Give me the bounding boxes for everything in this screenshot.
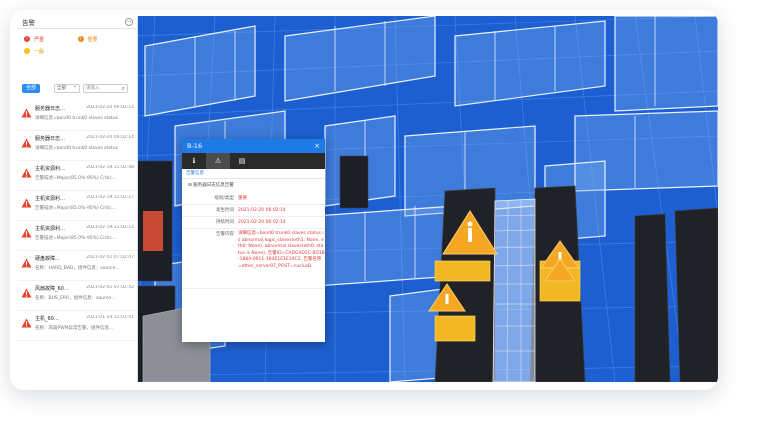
alarm-time: 2021-02-19 11:02:14: [86, 225, 134, 230]
alarm-item-body: 硬盘故障… 2021-02-01 07:02:47 名称：HARD_BAD，组件信息…: [35, 255, 134, 271]
alarm-list-item[interactable]: 主机资源利… 2021-02-19 11:02:14 告警描述=Major(85.0…: [18, 221, 137, 251]
minor-dot-icon: [24, 48, 30, 54]
warning-icon: [21, 258, 32, 268]
warning-icon: [21, 108, 32, 118]
alarm-desc: 详细信息=bond0 trunk0 slaves status: [35, 116, 118, 121]
alarm-item-body: 主机_60… 2021-01-24 11:01:41 名称：风扇PWM异常告警，组件…: [35, 315, 134, 331]
alarm-time: 2021-01-24 11:01:41: [86, 315, 134, 320]
alarm-item-body: 服务器日志… 2021-02-20 06:02:14 详细信息=bond0 trun…: [35, 105, 134, 121]
detail-label: 级别/类型: [214, 196, 234, 201]
detail-value: 2021-02-20 06:02:14: [238, 220, 286, 225]
alarm-list-item[interactable]: 服务器日志… 2021-02-20 06:02:14 详细信息=bond0 trun…: [18, 131, 137, 161]
popup-header: B-16 ×: [182, 139, 325, 153]
alarm-item-body: 风扇故障_60… 2021-02-01 07:02:42 名称：BUS_ERR，组件…: [35, 285, 134, 301]
alarm-desc: 告警描述=Major(85.0%-95%) Critic…: [35, 206, 117, 211]
detail-value: 详细信息=bond0 trunk0 slaves status is abnor…: [238, 231, 325, 269]
all-button[interactable]: 全部: [22, 83, 40, 93]
detail-row-duration: 持续时间 2021-02-20 06:02:14: [182, 217, 325, 229]
warning-icon: [21, 138, 32, 148]
detail-row-time: 发生时间 2021-02-20 06:02:14: [182, 205, 325, 217]
severity-select[interactable]: 全部: [54, 83, 80, 93]
alarm-desc: 告警描述=Major(85.0%-95%) Critic…: [35, 176, 117, 181]
alarm-name: 主机_60…: [35, 316, 59, 322]
detail-row-level: 级别/类型 重要: [182, 193, 325, 205]
legend-minor[interactable]: 一般: [24, 48, 82, 55]
alarm-time: 2021-02-20 06:02:14: [86, 105, 134, 110]
app-window: 告警 − ! 严重 ! 重要 一般 全部 全部 ⌄ 请输入 ⌕ 服务器日志… 2…: [10, 10, 718, 390]
alarm-name: 硬盘故障…: [35, 256, 61, 262]
legend-label: 严重: [34, 36, 45, 43]
alarm-name: 风扇故障_60…: [35, 286, 69, 292]
alarm-list-item[interactable]: 主机资源利… 2021-02-19 11:02:48 告警描述=Major(85.0…: [18, 161, 137, 191]
detail-value: 重要: [238, 196, 247, 201]
alarm-panel: 告警 − ! 严重 ! 重要 一般 全部 全部 ⌄ 请输入 ⌕ 服务器日志… 2…: [18, 16, 138, 382]
document-tab-icon[interactable]: ▤: [230, 153, 254, 169]
alarm-list-item[interactable]: 硬盘故障… 2021-02-01 07:02:47 名称：HARD_BAD，组件信息…: [18, 251, 137, 281]
close-icon[interactable]: ×: [314, 142, 320, 150]
alarm-name: 主机资源利…: [35, 166, 66, 172]
popup-tabs: ℹ ⚠ ▤: [182, 153, 325, 169]
alarm-item-body: 服务器日志… 2021-02-20 06:02:14 详细信息=bond0 trun…: [35, 135, 134, 151]
panel-title: 告警: [22, 19, 35, 27]
panel-header: 告警 −: [18, 16, 137, 29]
warning-icon: [21, 318, 32, 328]
critical-dot-icon: !: [24, 36, 30, 42]
severity-legend: ! 严重 ! 重要 一般: [18, 29, 137, 73]
alarm-desc: 名称：风扇PWM异常告警，组件信息…: [35, 326, 114, 331]
alarm-item-body: 主机资源利… 2021-02-19 11:02:48 告警描述=Major(85.0…: [35, 165, 134, 181]
alarm-time: 2021-02-01 07:02:42: [86, 285, 134, 290]
alarm-time: 2021-02-20 06:02:14: [86, 135, 134, 140]
alarm-list-item[interactable]: 主机_60… 2021-01-24 11:01:41 名称：风扇PWM异常告警，组件…: [18, 311, 137, 341]
alarm-list-item[interactable]: 主机资源利… 2021-02-19 11:02:27 告警描述=Major(85.0…: [18, 191, 137, 221]
legend-label: 一般: [34, 48, 45, 55]
collapse-icon[interactable]: −: [125, 18, 133, 26]
search-placeholder: 请输入: [86, 85, 100, 91]
alarm-list-item[interactable]: 风扇故障_60… 2021-02-01 07:02:42 名称：BUS_ERR，组件…: [18, 281, 137, 311]
alarm-group-title[interactable]: ⊟ 服务器日志信息告警: [182, 179, 325, 193]
alarm-desc: 名称：BUS_ERR，组件信息：source…: [35, 296, 116, 301]
alarm-time: 2021-02-19 11:02:48: [86, 165, 134, 170]
alarm-list: 服务器日志… 2021-02-20 06:02:14 详细信息=bond0 trun…: [18, 101, 137, 341]
info-tab-icon[interactable]: ℹ: [182, 153, 206, 169]
warning-icon: [21, 288, 32, 298]
alarm-item-body: 主机资源利… 2021-02-19 11:02:14 告警描述=Major(85.0…: [35, 225, 134, 241]
legend-critical[interactable]: ! 严重: [24, 36, 78, 43]
alarm-desc: 名称：HARD_BAD，组件信息：source…: [35, 266, 120, 271]
alarm-desc: 详细信息=bond0 trunk0 slaves status: [35, 146, 118, 151]
alarm-time: 2021-02-01 07:02:47: [86, 255, 134, 260]
alarm-list-item[interactable]: 服务器日志… 2021-02-20 06:02:14 详细信息=bond0 trun…: [18, 101, 137, 131]
alarm-name: 主机资源利…: [35, 196, 66, 202]
alarm-name: 服务器日志…: [35, 106, 66, 112]
alarm-name: 主机资源利…: [35, 226, 66, 232]
detail-label: 告警内容: [216, 232, 234, 237]
detail-row-content: 告警内容 详细信息=bond0 trunk0 slaves status is …: [182, 229, 325, 289]
major-dot-icon: !: [77, 36, 84, 42]
warning-icon: [21, 198, 32, 208]
rack-detail-popup: B-16 × ℹ ⚠ ▤ 告警信息 ⊟ 服务器日志信息告警 级别/类型 重要 发…: [182, 139, 325, 342]
warning-icon: [21, 228, 32, 238]
alarm-name: 服务器日志…: [35, 136, 66, 142]
detail-value: 2021-02-20 06:02:14: [238, 208, 286, 213]
popup-subtitle: 告警信息: [182, 169, 325, 179]
detail-label: 持续时间: [216, 220, 234, 225]
filter-bar: 全部 全部 请输入 ⌕: [18, 81, 137, 95]
alarm-item-body: 主机资源利… 2021-02-19 11:02:27 告警描述=Major(85.0…: [35, 195, 134, 211]
detail-label: 发生时间: [216, 208, 234, 213]
popup-title: B-16: [187, 142, 203, 150]
warning-icon: [21, 168, 32, 178]
search-input[interactable]: 请输入 ⌕: [83, 83, 128, 93]
alert-rack: [143, 211, 163, 251]
legend-label: 重要: [87, 36, 98, 43]
legend-major[interactable]: ! 重要: [77, 36, 132, 43]
alarm-time: 2021-02-19 11:02:27: [86, 195, 134, 200]
search-icon[interactable]: ⌕: [122, 85, 125, 92]
alarm-tab-icon[interactable]: ⚠: [206, 153, 230, 169]
alarm-desc: 告警描述=Major(85.0%-95%) Critic…: [35, 236, 117, 241]
